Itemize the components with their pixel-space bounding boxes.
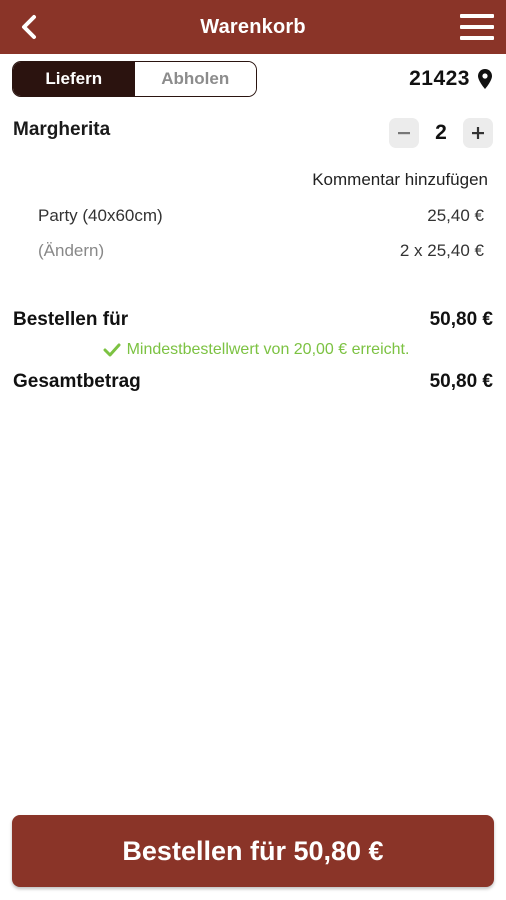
checkmark-icon	[103, 343, 121, 357]
add-comment-link[interactable]: Kommentar hinzufügen	[312, 170, 488, 190]
total-label: Gesamtbetrag	[13, 371, 141, 392]
cart-item-name: Margherita	[13, 119, 111, 140]
order-for-value: 50,80 €	[429, 309, 493, 330]
minimum-order-status: Mindestbestellwert von 20,00 € erreicht.	[0, 341, 506, 359]
delivery-mode-toggle: Liefern Abholen	[12, 61, 257, 97]
order-for-row: Bestellen für 50,80 €	[13, 309, 493, 331]
decrease-quantity-button[interactable]	[389, 118, 419, 148]
minimum-order-message: Mindestbestellwert von 20,00 € erreicht.	[126, 341, 410, 358]
page-title: Warenkorb	[200, 16, 306, 38]
app-header: Warenkorb	[0, 0, 506, 54]
plus-icon	[472, 127, 484, 139]
item-price-row: (Ändern) 2 x 25,40 €	[38, 241, 484, 261]
tab-abholen[interactable]: Abholen	[134, 62, 256, 96]
quantity-stepper: 2	[389, 118, 493, 148]
minus-icon	[398, 132, 410, 135]
postal-code-selector[interactable]: 21423	[409, 64, 492, 94]
tab-liefern[interactable]: Liefern	[13, 62, 135, 96]
total-value: 50,80 €	[429, 371, 493, 392]
item-size-row: Party (40x60cm) 25,40 €	[38, 206, 484, 226]
order-for-label: Bestellen für	[13, 309, 129, 330]
item-size-price: 25,40 €	[427, 206, 484, 225]
place-order-button[interactable]: Bestellen für 50,80 €	[12, 815, 494, 887]
postal-code: 21423	[409, 67, 470, 90]
increase-quantity-button[interactable]	[463, 118, 493, 148]
quantity-value: 2	[435, 121, 447, 144]
total-row: Gesamtbetrag 50,80 €	[13, 371, 493, 393]
map-pin-icon	[478, 69, 492, 89]
item-line-price: 2 x 25,40 €	[399, 241, 484, 260]
hamburger-menu-icon[interactable]	[460, 12, 496, 42]
change-item-link[interactable]: (Ändern)	[38, 241, 104, 261]
item-size-label: Party (40x60cm)	[38, 206, 163, 225]
